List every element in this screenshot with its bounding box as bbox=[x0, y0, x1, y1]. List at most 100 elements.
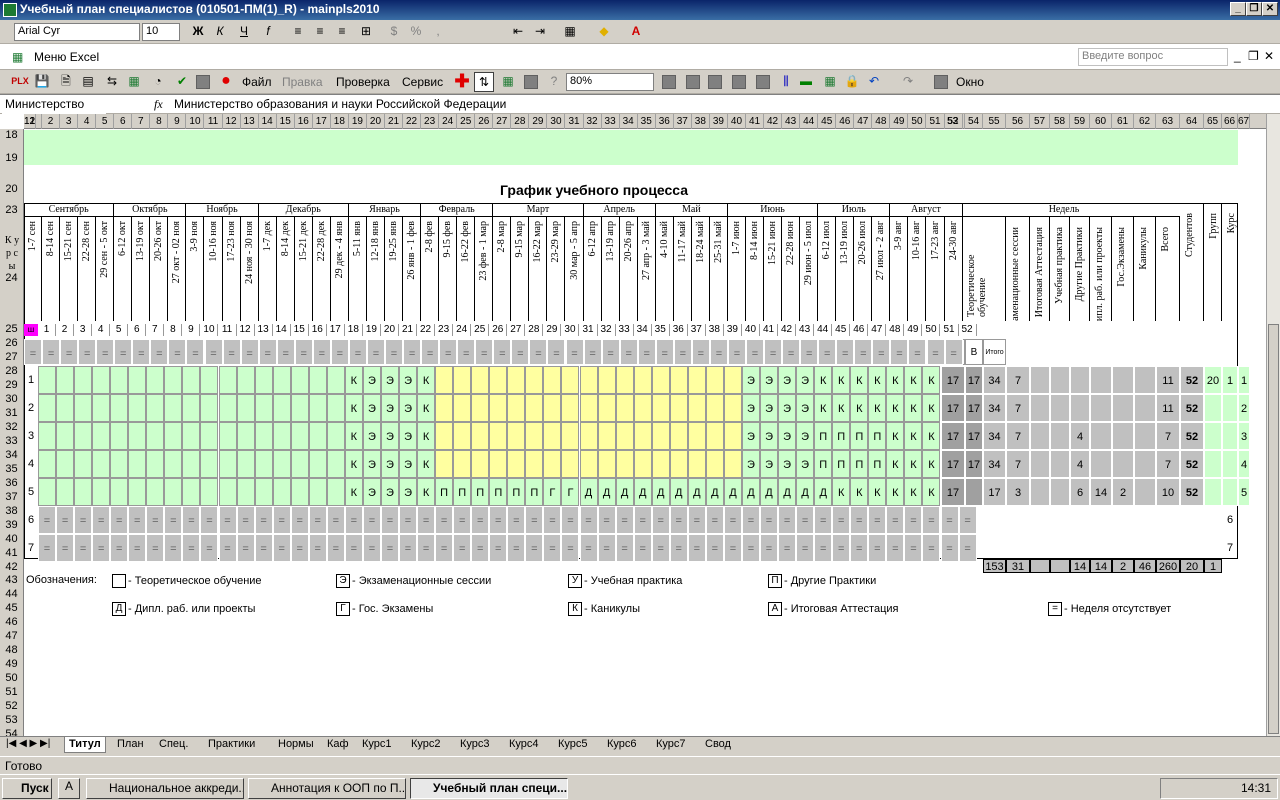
column-header[interactable]: 40 bbox=[728, 114, 746, 129]
week-cell-value[interactable]: Д bbox=[651, 478, 670, 506]
week-cell-value[interactable] bbox=[453, 366, 472, 394]
week-cell-value[interactable] bbox=[669, 450, 688, 478]
column-header[interactable]: 64 bbox=[1180, 114, 1204, 129]
week-cell-value[interactable]: П bbox=[489, 478, 508, 506]
week-cell-value[interactable] bbox=[74, 394, 93, 422]
merge-cells-icon[interactable]: ⊞ bbox=[356, 22, 376, 42]
week-cell-value[interactable] bbox=[182, 394, 201, 422]
week-cell-value[interactable]: Э bbox=[380, 422, 399, 450]
week-cell-value[interactable] bbox=[579, 422, 598, 450]
formula-icon[interactable]: f bbox=[258, 22, 278, 42]
summary-value[interactable] bbox=[1134, 422, 1156, 450]
summary-value[interactable] bbox=[1090, 394, 1112, 422]
week-cell-value[interactable] bbox=[723, 394, 742, 422]
week-cell-value[interactable] bbox=[254, 366, 273, 394]
column-header[interactable]: 56 bbox=[1006, 114, 1030, 129]
week-cell-value[interactable]: К bbox=[417, 394, 436, 422]
row-header[interactable]: 29 bbox=[0, 379, 23, 391]
row-header[interactable]: 24 bbox=[0, 272, 23, 284]
week-cell-value[interactable]: К bbox=[417, 366, 436, 394]
week-cell-value[interactable]: Э bbox=[741, 394, 760, 422]
week-cell-value[interactable] bbox=[615, 394, 634, 422]
week-cell-value[interactable]: П bbox=[507, 478, 526, 506]
row-header[interactable]: 34 bbox=[0, 449, 23, 461]
week-cell-value[interactable] bbox=[597, 366, 616, 394]
week-cell-value[interactable]: К bbox=[417, 422, 436, 450]
week-cell-value[interactable]: Э bbox=[778, 450, 797, 478]
week-cell-value[interactable]: К bbox=[344, 366, 363, 394]
week-cell-value[interactable]: П bbox=[868, 422, 887, 450]
week-cell-value[interactable]: Э bbox=[778, 366, 797, 394]
week-cell-value[interactable] bbox=[561, 366, 580, 394]
row-header[interactable]: 41 bbox=[0, 547, 23, 559]
column-header[interactable]: 39 bbox=[710, 114, 728, 129]
column-header[interactable]: 19 bbox=[349, 114, 367, 129]
summary-value[interactable] bbox=[1030, 450, 1050, 478]
column-header[interactable]: 54 bbox=[965, 114, 983, 129]
summary-value[interactable] bbox=[1204, 450, 1222, 478]
week-cell-value[interactable] bbox=[56, 394, 75, 422]
week-cell-value[interactable]: Д bbox=[669, 478, 688, 506]
week-cell-value[interactable]: Д bbox=[814, 478, 833, 506]
week-cell-value[interactable] bbox=[507, 366, 526, 394]
week-cell-value[interactable] bbox=[579, 450, 598, 478]
week-cell-value[interactable]: К bbox=[922, 478, 941, 506]
summary-value[interactable]: 4 bbox=[1238, 450, 1250, 478]
row-header[interactable]: 47 bbox=[0, 630, 23, 642]
week-cell-value[interactable] bbox=[164, 478, 183, 506]
week-cell-value[interactable] bbox=[471, 394, 490, 422]
week-cell-value[interactable]: К bbox=[417, 478, 436, 506]
summary-value[interactable] bbox=[1090, 450, 1112, 478]
week-cell-value[interactable]: К bbox=[886, 422, 905, 450]
week-cell-value[interactable] bbox=[579, 394, 598, 422]
week-cell-value[interactable]: Э bbox=[796, 422, 815, 450]
fill-color-icon[interactable]: ◆ bbox=[594, 22, 614, 42]
grey-icon[interactable] bbox=[756, 75, 770, 89]
summary-value[interactable]: 2 bbox=[1112, 478, 1134, 506]
week-cell-value[interactable]: К bbox=[922, 450, 941, 478]
week-cell-value[interactable] bbox=[651, 394, 670, 422]
week-cell-value[interactable] bbox=[687, 366, 706, 394]
week-cell-value[interactable] bbox=[200, 422, 219, 450]
borders-icon[interactable]: ▦ bbox=[560, 22, 580, 42]
column-header[interactable]: 37 bbox=[674, 114, 692, 129]
week-cell-value[interactable] bbox=[290, 422, 309, 450]
week-cell-value[interactable] bbox=[128, 394, 147, 422]
week-cell-value[interactable] bbox=[561, 394, 580, 422]
week-cell-value[interactable]: П bbox=[471, 478, 490, 506]
week-cell-value[interactable]: Э bbox=[760, 394, 779, 422]
task-item[interactable]: Национальное аккреди... bbox=[86, 778, 244, 799]
save-as-icon[interactable]: 🗎 bbox=[56, 72, 76, 92]
week-cell-value[interactable]: К bbox=[886, 478, 905, 506]
row-header[interactable]: 54 bbox=[0, 728, 23, 736]
increase-indent-icon[interactable]: ⇥ bbox=[530, 22, 550, 42]
week-cell-value[interactable] bbox=[669, 366, 688, 394]
week-cell-value[interactable] bbox=[489, 450, 508, 478]
vertical-scrollbar[interactable] bbox=[1266, 114, 1280, 736]
week-cell-value[interactable] bbox=[74, 366, 93, 394]
summary-value[interactable]: 4 bbox=[1070, 450, 1090, 478]
week-cell-value[interactable] bbox=[92, 478, 111, 506]
summary-value[interactable] bbox=[1204, 394, 1222, 422]
column-header[interactable]: 12 bbox=[223, 114, 241, 129]
column-header[interactable]: 21 bbox=[385, 114, 404, 129]
week-cell-value[interactable]: П bbox=[832, 450, 851, 478]
summary-value[interactable]: 6 bbox=[1070, 478, 1090, 506]
row-header[interactable]: 39 bbox=[0, 519, 23, 531]
summary-value[interactable]: 7 bbox=[1006, 394, 1030, 422]
week-cell-value[interactable] bbox=[507, 450, 526, 478]
summary-value[interactable]: 34 bbox=[983, 394, 1006, 422]
week-cell-value[interactable]: П bbox=[850, 422, 869, 450]
week-cell-value[interactable]: Э bbox=[778, 394, 797, 422]
column-header[interactable]: 14 bbox=[259, 114, 277, 129]
tab-sheet[interactable]: Практики bbox=[204, 737, 259, 753]
summary-value[interactable] bbox=[1030, 366, 1050, 394]
row-header[interactable]: 25 bbox=[0, 323, 23, 335]
summary-value[interactable]: 7 bbox=[1006, 422, 1030, 450]
week-cell-value[interactable] bbox=[254, 478, 273, 506]
week-cell-value[interactable]: Д bbox=[741, 478, 760, 506]
column-header[interactable]: 27 bbox=[493, 114, 512, 129]
summary-value[interactable]: 17 bbox=[941, 450, 965, 478]
column-header[interactable]: 9 bbox=[168, 114, 187, 129]
week-cell-value[interactable] bbox=[290, 450, 309, 478]
